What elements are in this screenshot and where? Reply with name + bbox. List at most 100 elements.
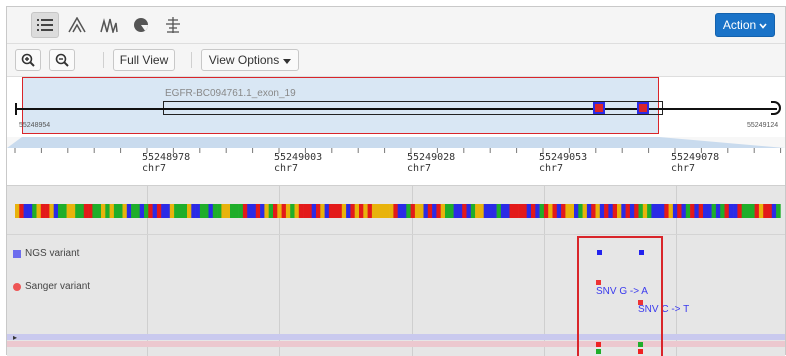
sequence-base <box>733 204 738 218</box>
sequence-base <box>126 204 132 218</box>
sequence-base <box>212 204 218 218</box>
sequence-base <box>414 204 420 218</box>
sequence-base <box>389 204 394 218</box>
sequence-base <box>488 204 493 218</box>
pie-icon[interactable] <box>127 12 155 38</box>
sequence-base <box>685 204 691 218</box>
sequence-base <box>204 204 209 218</box>
sequence-base <box>569 204 575 218</box>
sequence-base <box>187 204 192 218</box>
sequence-base <box>156 204 162 218</box>
sequence-base <box>629 204 635 218</box>
zoom-in-button[interactable] <box>15 49 41 71</box>
genome-viewer-panel: Action Full View View Options EGFR-BC094… <box>6 6 786 356</box>
sequence-base <box>754 204 760 218</box>
sequence-base <box>526 204 532 218</box>
alignment-band <box>7 334 785 340</box>
sequence-base <box>53 204 59 218</box>
sequence-base <box>238 204 244 218</box>
sequence-base <box>79 204 85 218</box>
sequence-base <box>402 204 407 218</box>
sequence-base <box>548 204 553 218</box>
sequence-base <box>221 204 226 218</box>
action-label: Action <box>722 18 757 32</box>
sequence-base <box>139 204 145 218</box>
sequence-base <box>767 204 773 218</box>
ruler-ticks <box>14 148 782 153</box>
view-options-button[interactable]: View Options <box>201 49 299 71</box>
ruler-label-1: 55248978 chr7 <box>142 152 191 174</box>
sequence-base <box>333 204 338 218</box>
gene-right-cap <box>771 101 781 115</box>
sequence-base <box>608 204 613 218</box>
sequence-base <box>376 204 381 218</box>
wave-icon[interactable] <box>95 12 123 38</box>
sequence-base <box>341 204 347 218</box>
sequence-base <box>27 204 33 218</box>
sequence-base <box>230 204 235 218</box>
overview-end-coord: 55249124 <box>747 122 779 129</box>
ngs-legend: NGS variant <box>13 248 79 259</box>
sequence-base <box>531 204 536 218</box>
sequence-base <box>763 204 768 218</box>
sequence-base <box>165 204 171 218</box>
sequence-base <box>324 204 330 218</box>
view-options-label: View Options <box>208 53 280 67</box>
sequence-base <box>152 204 158 218</box>
full-view-button[interactable]: Full View <box>113 49 175 71</box>
sequence-base <box>397 204 403 218</box>
sequence-base <box>367 204 373 218</box>
sequence-base <box>715 204 721 218</box>
sequence-base <box>217 204 222 218</box>
caret-down-icon <box>283 53 292 67</box>
sequence-base <box>225 204 231 218</box>
sequence-base <box>62 204 67 218</box>
sequence-base <box>19 204 24 218</box>
sequence-base <box>144 204 149 218</box>
sequence-base <box>750 204 755 218</box>
variant-region-highlight[interactable] <box>577 236 663 356</box>
variant-marker-1[interactable] <box>593 102 605 114</box>
ruler-label-5: 55249078 chr7 <box>671 152 720 174</box>
sequence-base <box>45 204 50 218</box>
sequence-base <box>453 204 459 218</box>
sequence-base <box>36 204 42 218</box>
sequence-base <box>350 204 355 218</box>
sequence-base <box>247 204 252 218</box>
sequence-base <box>565 204 570 218</box>
sequence-base <box>105 204 110 218</box>
sequence-base <box>513 204 519 218</box>
sequence-base <box>281 204 287 218</box>
sequence-base <box>131 204 136 218</box>
sequence-base <box>380 204 386 218</box>
sequence-base <box>75 204 80 218</box>
tree-icon[interactable] <box>159 12 187 38</box>
list-icon[interactable] <box>31 12 59 38</box>
sequence-base <box>586 204 592 218</box>
sequence-base <box>363 204 368 218</box>
gene-end-bracket <box>15 103 17 115</box>
variant-marker-2[interactable] <box>637 102 649 114</box>
sequence-base <box>273 204 278 218</box>
sequence-base <box>135 204 140 218</box>
sequence-base <box>578 204 583 218</box>
sequence-base <box>690 204 695 218</box>
sequence-base <box>234 204 239 218</box>
peak-icon[interactable] <box>63 12 91 38</box>
sequence-base <box>23 204 29 218</box>
sequence-base <box>776 204 781 218</box>
track-area[interactable]: NGS variant Sanger variant SNV G -> A SN… <box>7 186 785 356</box>
sequence-base <box>720 204 725 218</box>
zoom-out-button[interactable] <box>49 49 75 71</box>
sequence-base <box>285 204 291 218</box>
ruler-label-2: 55249003 chr7 <box>274 152 323 174</box>
sequence-base <box>268 204 274 218</box>
overview-track[interactable]: EGFR-BC094761.1_exon_19 55248954 5524912… <box>7 77 785 137</box>
sequence-base <box>393 204 398 218</box>
action-button[interactable]: Action <box>715 13 775 37</box>
sequence-base <box>591 204 596 218</box>
sequence-base <box>496 204 502 218</box>
sequence-base <box>359 204 364 218</box>
sequence-base <box>492 204 497 218</box>
sequence-base <box>49 204 54 218</box>
